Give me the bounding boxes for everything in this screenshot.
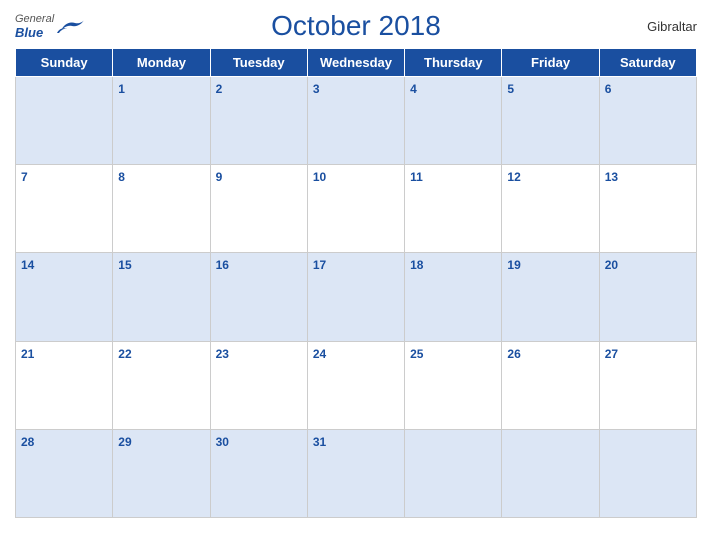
calendar-day-cell: 13: [599, 165, 696, 253]
day-number: 30: [216, 435, 229, 449]
calendar-day-cell: 1: [113, 77, 210, 165]
calendar-day-cell: [599, 429, 696, 517]
calendar-day-cell: 9: [210, 165, 307, 253]
calendar-day-cell: 30: [210, 429, 307, 517]
logo-text-container: General Blue: [15, 13, 54, 40]
day-number: 28: [21, 435, 34, 449]
calendar-day-cell: 26: [502, 341, 599, 429]
col-tuesday: Tuesday: [210, 49, 307, 77]
day-number: 23: [216, 347, 229, 361]
calendar-week-row: 14 15 16 17 18 19 20: [16, 253, 697, 341]
day-number: 18: [410, 258, 423, 272]
day-number: 26: [507, 347, 520, 361]
col-friday: Friday: [502, 49, 599, 77]
calendar-day-cell: [502, 429, 599, 517]
logo-bird-icon: [57, 17, 85, 35]
day-number: 19: [507, 258, 520, 272]
month-title: October 2018: [271, 10, 441, 42]
calendar-week-row: 21 22 23 24 25 26 27: [16, 341, 697, 429]
calendar-day-cell: 31: [307, 429, 404, 517]
calendar-day-cell: 12: [502, 165, 599, 253]
calendar-day-cell: 8: [113, 165, 210, 253]
col-monday: Monday: [113, 49, 210, 77]
weekday-header-row: Sunday Monday Tuesday Wednesday Thursday…: [16, 49, 697, 77]
day-number: 22: [118, 347, 131, 361]
calendar-day-cell: 20: [599, 253, 696, 341]
day-number: 5: [507, 82, 514, 96]
day-number: 8: [118, 170, 125, 184]
calendar-day-cell: 22: [113, 341, 210, 429]
calendar-week-row: 1 2 3 4 5 6: [16, 77, 697, 165]
day-number: 6: [605, 82, 612, 96]
day-number: 10: [313, 170, 326, 184]
logo-general: General: [15, 13, 54, 25]
day-number: 25: [410, 347, 423, 361]
day-number: 4: [410, 82, 417, 96]
day-number: 31: [313, 435, 326, 449]
calendar-day-cell: [16, 77, 113, 165]
calendar-day-cell: 17: [307, 253, 404, 341]
calendar-day-cell: 27: [599, 341, 696, 429]
day-number: 14: [21, 258, 34, 272]
day-number: 12: [507, 170, 520, 184]
calendar-day-cell: 2: [210, 77, 307, 165]
calendar-day-cell: 11: [405, 165, 502, 253]
calendar-day-cell: 29: [113, 429, 210, 517]
calendar-wrapper: General Blue October 2018 Gibraltar Sund…: [0, 0, 712, 550]
day-number: 20: [605, 258, 618, 272]
calendar-day-cell: 4: [405, 77, 502, 165]
logo: General Blue: [15, 13, 85, 40]
calendar-week-row: 28 29 30 31: [16, 429, 697, 517]
col-thursday: Thursday: [405, 49, 502, 77]
col-wednesday: Wednesday: [307, 49, 404, 77]
day-number: 3: [313, 82, 320, 96]
day-number: 17: [313, 258, 326, 272]
day-number: 24: [313, 347, 326, 361]
calendar-day-cell: 21: [16, 341, 113, 429]
calendar-day-cell: 18: [405, 253, 502, 341]
day-number: 2: [216, 82, 223, 96]
calendar-day-cell: 16: [210, 253, 307, 341]
day-number: 1: [118, 82, 125, 96]
calendar-day-cell: 19: [502, 253, 599, 341]
col-sunday: Sunday: [16, 49, 113, 77]
calendar-day-cell: 5: [502, 77, 599, 165]
calendar-day-cell: 25: [405, 341, 502, 429]
day-number: 13: [605, 170, 618, 184]
day-number: 29: [118, 435, 131, 449]
calendar-header: General Blue October 2018 Gibraltar: [15, 10, 697, 42]
region-label: Gibraltar: [647, 19, 697, 34]
calendar-day-cell: 24: [307, 341, 404, 429]
calendar-day-cell: 15: [113, 253, 210, 341]
day-number: 7: [21, 170, 28, 184]
calendar-day-cell: 6: [599, 77, 696, 165]
day-number: 27: [605, 347, 618, 361]
logo-blue-text: Blue: [15, 25, 54, 40]
calendar-table: Sunday Monday Tuesday Wednesday Thursday…: [15, 48, 697, 518]
calendar-day-cell: 14: [16, 253, 113, 341]
day-number: 16: [216, 258, 229, 272]
day-number: 15: [118, 258, 131, 272]
day-number: 9: [216, 170, 223, 184]
calendar-day-cell: 28: [16, 429, 113, 517]
day-number: 11: [410, 170, 423, 184]
calendar-day-cell: 23: [210, 341, 307, 429]
calendar-day-cell: 3: [307, 77, 404, 165]
calendar-week-row: 7 8 9 10 11 12 13: [16, 165, 697, 253]
day-number: 21: [21, 347, 34, 361]
calendar-day-cell: 7: [16, 165, 113, 253]
calendar-day-cell: 10: [307, 165, 404, 253]
calendar-day-cell: [405, 429, 502, 517]
col-saturday: Saturday: [599, 49, 696, 77]
